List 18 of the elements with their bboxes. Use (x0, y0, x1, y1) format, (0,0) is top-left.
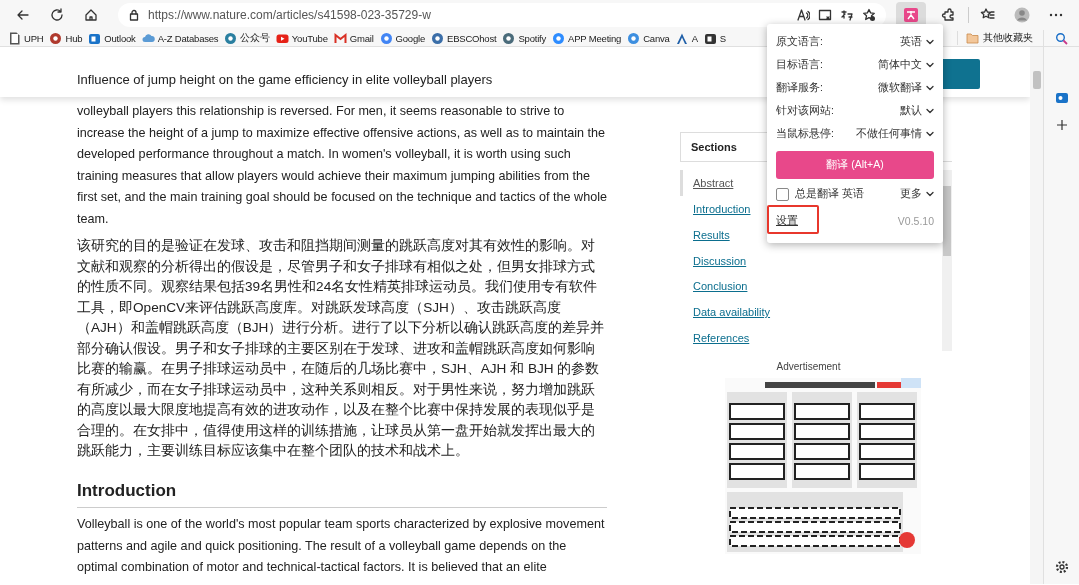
article-title: Influence of jump height on the game efficiency in elite volleyball players (77, 70, 493, 87)
paragraph: 该研究的目的是验证在发球、攻击和阻挡期间测量的跳跃高度对其有效性的影响。对文献和观察的分析得出的假设是，尽管男子和女子排球有相似之处，但男女排球方式的性质不同。观察结果包括39名男性和24名女性精英排球运动员。我们使用专有软件工具，即OpenCV来评估跳跃高度库。对跳跃发球高度（SJH）、攻击跳跃高度（AJH）和盖帽跳跃高度（BJH）进行分析。进行了以下分析以确认跳跃高度的差异并部分确认假设。男子和女子排球的主要区别在于发球、进攻和盖帽跳跃高度如何影响比赛的输赢。在男子排球运动员中，在随后的几场比赛中，SJH、AJH 和 BJH 的参数有所减少，而在女子排球运动员中，这种关系则相反。对于男性来说，努力增加跳跃的高度以最大限度地提高有效的进攻动作，以及在整个比赛中保持发展的表现似乎是合理的。在女排中，值得使用这样的训练措施，让球员从第一盘开始就发挥出最大的跳跃能力，主要训练目标应该集中在整个团队的技术和战术上。 (77, 237, 606, 460)
paragraph: Volleyball is one of the world's most popular team sports characterized by explosive movement patterns and agile and quick positioning. The result of a volleyball game depends on the optimal combination of motor and technical-tactical factors. It is believed that an elite (77, 516, 606, 576)
setting-label: 目标语言: (776, 57, 823, 72)
dropdown-value: 英语 (900, 34, 922, 49)
ad-label: Advertisement (775, 361, 842, 372)
setting-label: 针对该网站: (776, 103, 834, 118)
dropdown-value: 微软翻译 (878, 80, 922, 95)
setting-label: 原文语言: (776, 34, 823, 49)
dropdown-value: 不做任何事情 (856, 126, 922, 141)
dropdown-value: 简体中文 (878, 57, 922, 72)
version-text: V0.5.10 (897, 215, 934, 227)
checkbox-label: 总是翻译 英语 (795, 187, 864, 201)
dropdown-value: 默认 (900, 103, 922, 118)
paragraph: volleyball players this relationship is reversed. For men, it seems reasonable to strive to increase the height of a jump to maximize effective offensive actions, as well as to maintain the developed performance throughout a match. In women's volleyball, it is worth using such training measures that allow players would achieve their maximum jumping abilities from the first set, and the main training goal should be focused on the technique and tactics of the whole team. (77, 103, 607, 228)
section-heading: Introduction (77, 479, 607, 508)
setting-label: 翻译服务: (776, 80, 823, 95)
dropdown-value: 更多 (900, 187, 922, 201)
